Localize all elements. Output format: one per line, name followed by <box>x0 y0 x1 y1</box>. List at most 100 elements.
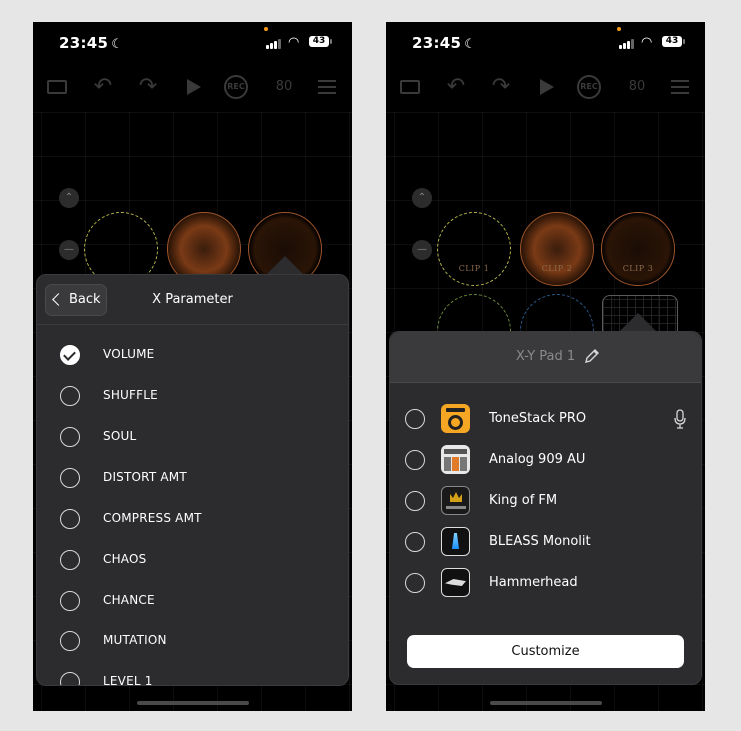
folder-icon <box>400 80 420 94</box>
menu-button[interactable] <box>318 72 338 102</box>
tempo-display[interactable]: 80 <box>272 72 296 102</box>
customize-button[interactable]: Customize <box>407 635 684 668</box>
menu-button[interactable] <box>671 72 691 102</box>
clip-pad-1[interactable]: CLIP 1 <box>437 212 511 286</box>
parameter-label: COMPRESS AMT <box>103 511 202 525</box>
parameter-item[interactable]: LEVEL 1 <box>37 662 348 685</box>
popover-caret <box>620 313 656 331</box>
radio-icon <box>405 573 425 593</box>
parameter-item[interactable]: COMPRESS AMT <box>37 499 348 539</box>
plugin-item[interactable]: King of FM <box>390 481 701 521</box>
parameter-list[interactable]: VOLUME SHUFFLE SOUL DISTORT AMT COMPRESS… <box>37 324 348 685</box>
clip-pad-3[interactable]: CLIP 3 <box>601 212 675 286</box>
radio-icon <box>60 386 80 406</box>
plugin-item[interactable]: ToneStack PRO <box>390 399 701 439</box>
radio-icon <box>60 591 80 611</box>
plugin-label: Analog 909 AU <box>489 452 586 467</box>
clip-label: CLIP 2 <box>541 264 573 273</box>
clock-text: 23:45 <box>412 34 462 52</box>
popover-header: X-Y Pad 1 <box>390 332 701 383</box>
analog909-icon <box>441 445 470 474</box>
battery-icon: 43 <box>309 36 332 47</box>
scroll-up-button[interactable]: ⌃ <box>412 188 432 208</box>
parameter-item[interactable]: CHAOS <box>37 540 348 580</box>
menu-icon-line <box>318 86 336 88</box>
tempo-display[interactable]: 80 <box>625 72 649 102</box>
x-parameter-popover: Back X Parameter VOLUME SHUFFLE SOUL DIS… <box>36 274 349 686</box>
popover-title: X-Y Pad 1 <box>515 349 576 364</box>
collapse-button[interactable]: — <box>59 240 79 260</box>
redo-button[interactable]: ↷ <box>489 72 513 102</box>
radio-icon <box>405 532 425 552</box>
collapse-button[interactable]: — <box>412 240 432 260</box>
home-indicator[interactable] <box>137 701 249 705</box>
parameter-item[interactable]: CHANCE <box>37 581 348 621</box>
radio-icon <box>60 468 80 488</box>
parameter-label: MUTATION <box>103 633 167 647</box>
radio-icon <box>60 550 80 570</box>
parameter-item[interactable]: DISTORT AMT <box>37 458 348 498</box>
scroll-up-button[interactable]: ⌃ <box>59 188 79 208</box>
redo-button[interactable]: ↷ <box>136 72 160 102</box>
play-icon <box>187 79 201 95</box>
parameter-label: CHANCE <box>103 593 155 607</box>
parameter-item[interactable]: SHUFFLE <box>37 376 348 416</box>
signal-icon <box>619 38 635 49</box>
plugin-item[interactable]: Hammerhead <box>390 563 701 603</box>
plugin-label: ToneStack PRO <box>489 411 587 426</box>
folder-button[interactable] <box>400 72 422 102</box>
plugin-label: King of FM <box>489 493 558 508</box>
wifi-icon: ◠ <box>641 35 653 50</box>
menu-icon-line <box>318 80 336 82</box>
toolbar: ↶ ↷ REC 80 <box>33 72 352 102</box>
radio-icon <box>60 631 80 651</box>
parameter-item[interactable]: SOUL <box>37 417 348 457</box>
plugin-popover: X-Y Pad 1 ToneStack PRO Analog 909 AU Ki… <box>389 331 702 685</box>
menu-icon-line <box>671 92 689 94</box>
undo-icon: ↶ <box>93 74 113 99</box>
recording-indicator-icon <box>264 27 268 31</box>
parameter-item[interactable]: VOLUME <box>37 335 348 375</box>
status-time: 23:45 ☾ <box>412 34 476 52</box>
plugin-item[interactable]: BLEASS Monolit <box>390 522 701 562</box>
clip-pad-2[interactable]: CLIP 2 <box>520 212 594 286</box>
record-icon: REC <box>577 75 601 99</box>
pencil-icon[interactable] <box>583 347 601 365</box>
clock-text: 23:45 <box>59 34 109 52</box>
radio-icon <box>60 427 80 447</box>
radio-icon <box>60 509 80 529</box>
status-bar: 23:45 ☾ ◠ 43 <box>386 22 705 68</box>
moon-icon: ☾ <box>111 37 124 52</box>
play-button[interactable] <box>184 72 202 102</box>
folder-button[interactable] <box>47 72 69 102</box>
popover-title: X Parameter <box>152 292 233 307</box>
play-icon <box>540 79 554 95</box>
undo-button[interactable]: ↶ <box>91 72 115 102</box>
play-button[interactable] <box>537 72 555 102</box>
plugin-item[interactable]: Analog 909 AU <box>390 440 701 480</box>
moon-icon: ☾ <box>464 37 477 52</box>
parameter-label: VOLUME <box>103 347 155 361</box>
record-button[interactable]: REC <box>577 72 603 102</box>
undo-icon: ↶ <box>446 74 466 99</box>
kingfm-icon <box>441 486 470 515</box>
battery-icon: 43 <box>662 36 685 47</box>
menu-icon-line <box>671 86 689 88</box>
status-time: 23:45 ☾ <box>59 34 123 52</box>
redo-icon: ↷ <box>138 74 158 99</box>
home-indicator[interactable] <box>490 701 602 705</box>
menu-icon-line <box>671 80 689 82</box>
status-bar: 23:45 ☾ ◠ 43 <box>33 22 352 68</box>
folder-icon <box>47 80 67 94</box>
record-icon: REC <box>224 75 248 99</box>
parameter-label: SOUL <box>103 429 137 443</box>
undo-button[interactable]: ↶ <box>444 72 468 102</box>
clip-label: CLIP 1 <box>458 264 490 273</box>
parameter-item[interactable]: MUTATION <box>37 621 348 661</box>
menu-icon-line <box>318 92 336 94</box>
hammerhead-icon <box>441 568 470 597</box>
radio-icon <box>405 491 425 511</box>
record-button[interactable]: REC <box>224 72 250 102</box>
microphone-icon[interactable] <box>673 409 687 429</box>
signal-icon <box>266 38 282 49</box>
